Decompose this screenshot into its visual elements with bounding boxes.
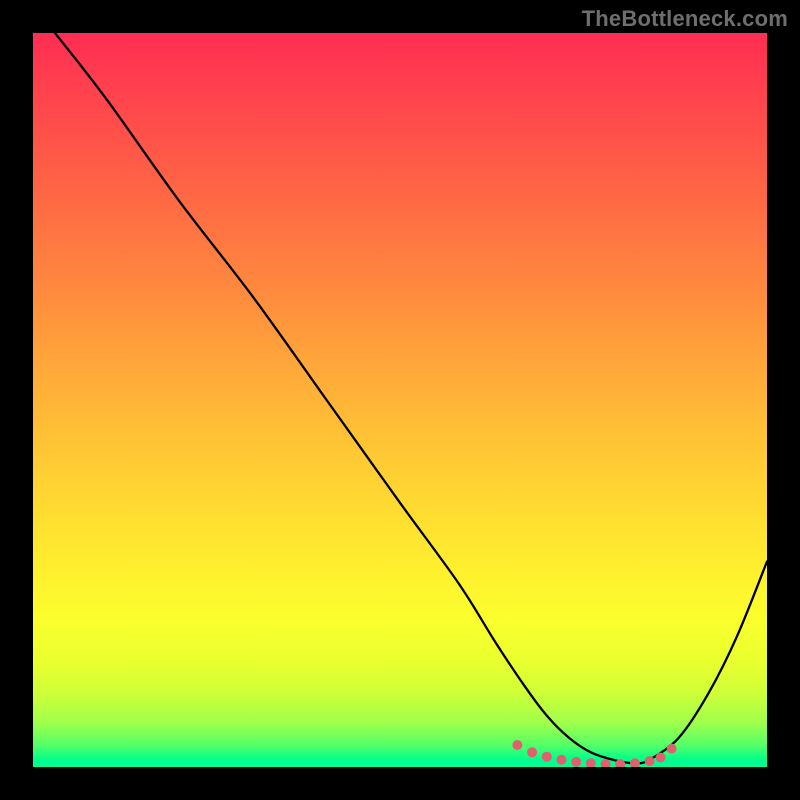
- minimum-dot: [667, 744, 677, 754]
- minimum-dot: [586, 758, 596, 767]
- minimum-dot: [542, 752, 552, 762]
- minimum-dot: [656, 753, 666, 763]
- plot-area: [33, 33, 767, 767]
- bottleneck-curve-path: [55, 33, 767, 763]
- minimum-dot: [601, 759, 611, 767]
- chart-frame: TheBottleneck.com: [0, 0, 800, 800]
- minimum-dot: [512, 740, 522, 750]
- minimum-dot: [571, 757, 581, 767]
- chart-svg: [33, 33, 767, 767]
- minimum-dot: [557, 755, 567, 765]
- minimum-dot: [527, 747, 537, 757]
- minimum-dot: [645, 756, 655, 766]
- watermark-text: TheBottleneck.com: [582, 6, 788, 32]
- minimum-dot: [630, 758, 640, 767]
